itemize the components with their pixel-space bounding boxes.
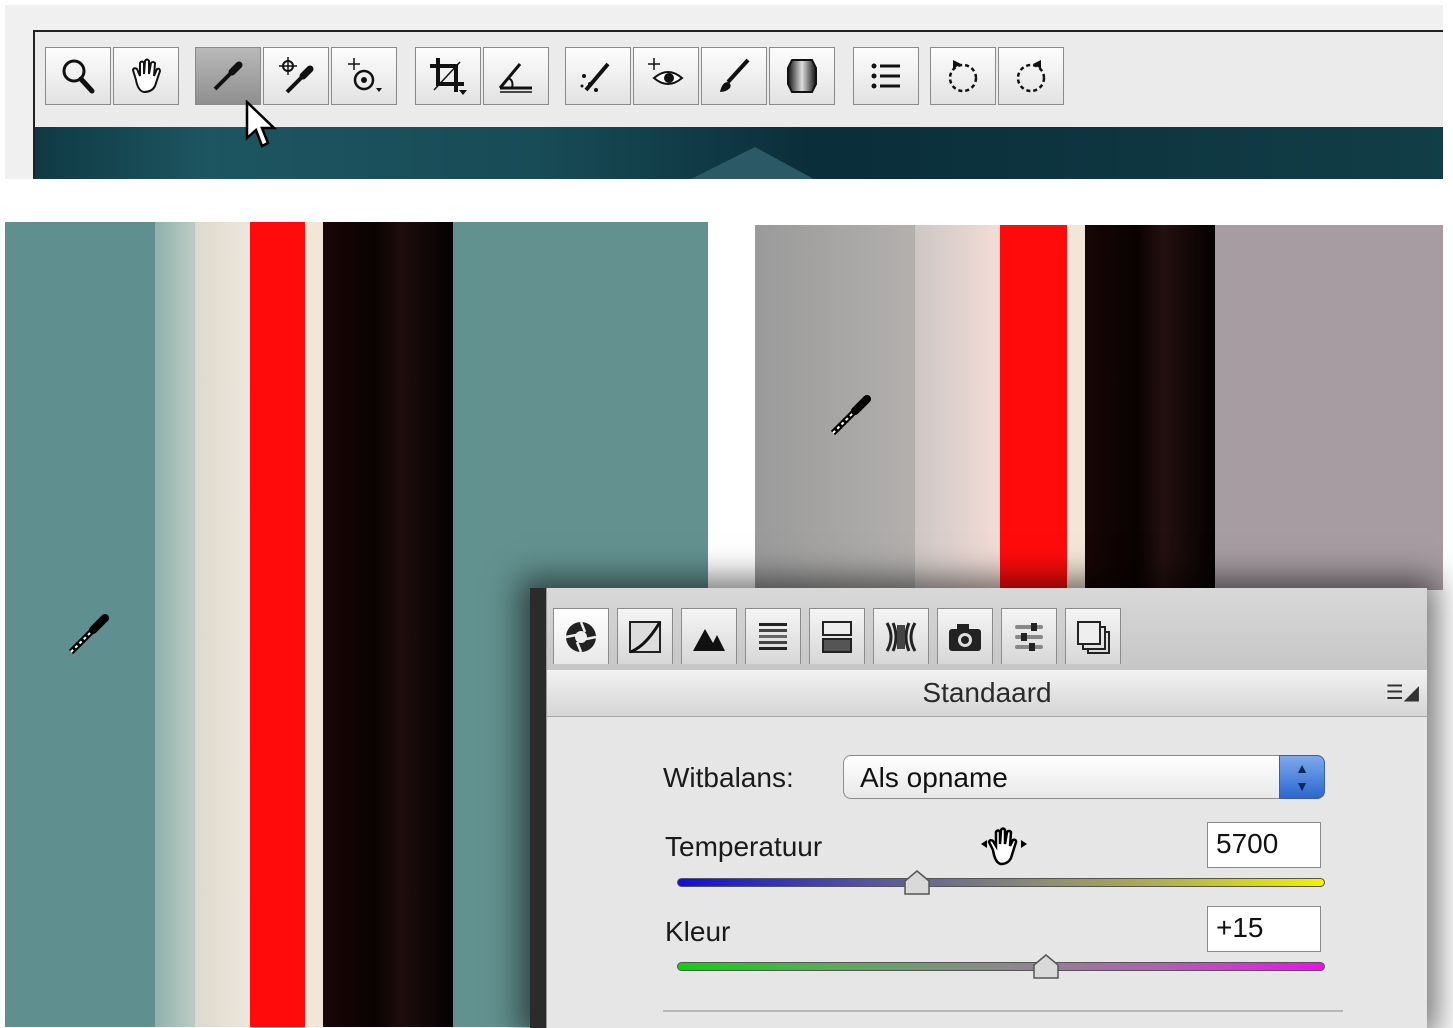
tab-basic[interactable] xyxy=(553,608,609,664)
section-divider xyxy=(663,1010,1343,1012)
preferences-icon xyxy=(871,63,900,89)
tab-presets[interactable] xyxy=(1001,608,1057,664)
sliders-icon xyxy=(1015,622,1043,651)
panel-title: Standaard xyxy=(922,677,1052,708)
retouch-tool-group xyxy=(565,47,837,107)
tab-detail[interactable] xyxy=(681,608,737,664)
preferences-tool-group xyxy=(853,47,921,107)
straighten-tool-button[interactable] xyxy=(483,47,549,105)
tab-camera-calibration[interactable] xyxy=(937,608,993,664)
snapshots-icon xyxy=(1077,620,1110,654)
color-sampler-tool-button[interactable] xyxy=(263,47,329,105)
eyedropper-cursor-icon xyxy=(830,395,871,436)
graduated-filter-tool-button[interactable] xyxy=(769,47,835,105)
white-balance-eyedropper-icon xyxy=(213,61,243,91)
zoom-icon xyxy=(62,59,95,94)
tab-hsl[interactable] xyxy=(745,608,801,664)
tab-tone-curve[interactable] xyxy=(617,608,673,664)
basic-adjustments-panel: Standaard ☰◢ Witbalans: Als opname ▲ ▼ Te… xyxy=(530,588,1427,1028)
aperture-icon xyxy=(565,621,597,652)
scrubby-hand-cursor-icon xyxy=(981,827,1027,866)
graduated-filter-icon xyxy=(787,59,817,93)
panel-header: Standaard ☰◢ xyxy=(547,670,1427,717)
toolbar-panel xyxy=(5,5,1443,179)
spot-removal-icon xyxy=(580,62,610,92)
tab-snapshots[interactable] xyxy=(1065,608,1121,664)
zoom-tool-button[interactable] xyxy=(45,47,111,105)
temperature-label: Temperatuur xyxy=(665,831,823,862)
temperature-input[interactable]: 5700 xyxy=(1207,822,1321,868)
color-sampler-icon xyxy=(279,57,314,94)
spot-removal-tool-button[interactable] xyxy=(565,47,631,105)
select-arrows-icon: ▲ ▼ xyxy=(1279,755,1325,799)
rotate-left-icon xyxy=(948,60,978,93)
hand-icon xyxy=(131,58,162,94)
panel-menu-icon[interactable]: ☰◢ xyxy=(1386,680,1419,705)
rotate-left-button[interactable] xyxy=(930,47,996,105)
rotate-tool-group xyxy=(930,47,1066,107)
image-preview-after[interactable] xyxy=(755,225,1443,590)
white-balance-select[interactable]: Als opname ▲ ▼ xyxy=(843,755,1325,799)
straighten-icon xyxy=(498,63,532,93)
targeted-adjustment-icon xyxy=(348,58,382,92)
crop-tool-button[interactable] xyxy=(415,47,481,105)
tint-label: Kleur xyxy=(665,916,731,947)
white-balance-tool-button[interactable] xyxy=(195,47,261,105)
preferences-button[interactable] xyxy=(853,47,919,105)
red-eye-removal-icon xyxy=(648,58,684,85)
split-toning-icon xyxy=(822,620,852,653)
tab-lens-corrections[interactable] xyxy=(873,608,929,664)
targeted-adjustment-tool-button[interactable] xyxy=(331,47,397,105)
detail-icon xyxy=(693,628,725,651)
color-tool-group xyxy=(195,47,399,107)
tone-curve-icon xyxy=(629,620,662,653)
tint-slider-track[interactable] xyxy=(677,962,1325,971)
crop-icon xyxy=(430,58,467,95)
rotate-right-icon xyxy=(1016,60,1046,93)
tint-input[interactable]: +15 xyxy=(1207,906,1321,952)
navigation-tool-group xyxy=(45,47,181,107)
red-eye-tool-button[interactable] xyxy=(633,47,699,105)
adjustment-brush-icon xyxy=(720,58,750,92)
eyedropper-cursor-icon xyxy=(68,614,109,655)
transform-tool-group xyxy=(415,47,551,107)
tint-slider-thumb[interactable] xyxy=(1032,954,1060,980)
panel-tab-bar xyxy=(547,588,1427,671)
lens-corrections-icon xyxy=(885,621,917,652)
temperature-slider-track[interactable] xyxy=(677,878,1325,887)
hand-tool-button[interactable] xyxy=(113,47,179,105)
white-balance-label: Witbalans: xyxy=(663,762,794,793)
adjustment-brush-tool-button[interactable] xyxy=(701,47,767,105)
temperature-slider-thumb[interactable] xyxy=(903,870,931,896)
camera-icon xyxy=(949,623,981,651)
rotate-right-button[interactable] xyxy=(998,47,1064,105)
hsl-icon xyxy=(759,622,787,650)
white-balance-value: Als opname xyxy=(860,762,1008,793)
tab-split-toning[interactable] xyxy=(809,608,865,664)
arrow-cursor-icon xyxy=(245,100,278,148)
